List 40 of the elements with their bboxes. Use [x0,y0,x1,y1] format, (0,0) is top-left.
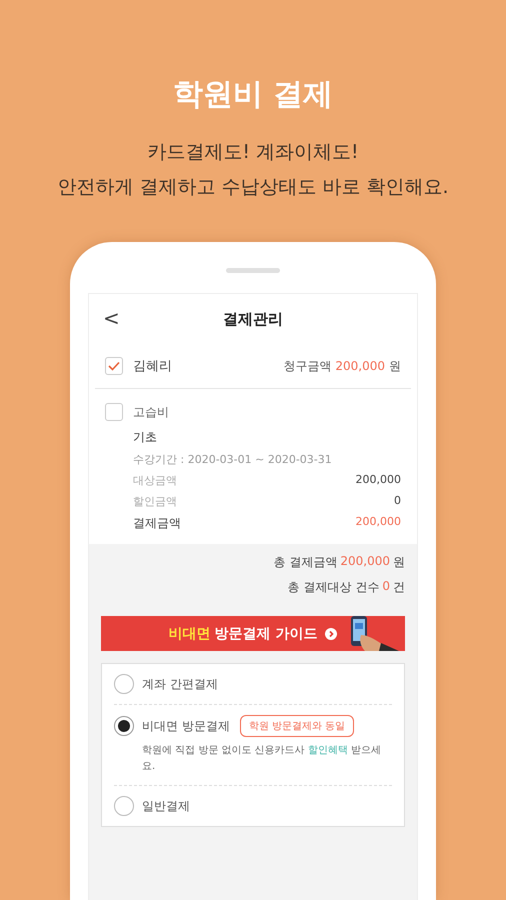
radio-button[interactable] [114,716,134,736]
amount-label: 할인금액 [133,494,177,509]
arrow-circle-icon [325,628,338,640]
billed-label: 청구금액 [283,358,332,374]
guide-banner[interactable]: 비대면 방문결제 가이드 [101,616,405,651]
total-label: 총 결제대상 건수 [288,579,380,596]
course-name: 기초 [132,429,158,446]
amount-value: 200,000 [356,515,401,530]
banner-text: 방문결제 가이드 [214,624,318,642]
checkbox[interactable] [105,357,123,375]
total-value: 200,000 [340,554,390,570]
back-button[interactable]: < [99,306,124,330]
amount-value: 0 [394,494,401,509]
check-icon [108,361,120,371]
total-unit: 건 [393,579,405,596]
total-label: 총 결제금액 [274,554,338,571]
radio-button[interactable] [114,796,134,816]
amount-label: 대상금액 [133,473,177,488]
checkbox[interactable] [105,403,123,421]
method-label: 비대면 방문결제 [142,718,230,734]
headline-subtitle: 카드결제도! 계좌이체도! [147,140,359,165]
currency-unit: 원 [389,358,401,374]
radio-button[interactable] [114,674,134,694]
amount-label: 결제금액 [133,515,181,532]
billed-amount: 200,000 [335,359,385,373]
banner-highlight: 비대면 [168,624,211,642]
method-description: 학원에 직접 방문 없이도 신용카드사 할인혜택 받으세요. [141,744,382,774]
speaker-slot [226,268,280,273]
amount-value: 200,000 [356,473,401,488]
student-name: 김혜리 [133,358,172,375]
course-period: 수강기간 : 2020-03-01 ~ 2020-03-31 [132,452,333,467]
screen-title: 결제관리 [223,310,283,328]
total-value: 0 [382,579,390,595]
fee-name: 고습비 [133,404,169,420]
headline-subtitle: 안전하게 결제하고 수납상태도 바로 확인해요. [57,175,449,200]
total-unit: 원 [393,554,405,571]
method-tag: 학원 방문결제와 동일 [240,715,354,737]
method-label: 계좌 간편결제 [142,676,218,692]
headline-title: 학원비 결제 [172,76,334,114]
method-label: 일반결제 [142,798,190,814]
